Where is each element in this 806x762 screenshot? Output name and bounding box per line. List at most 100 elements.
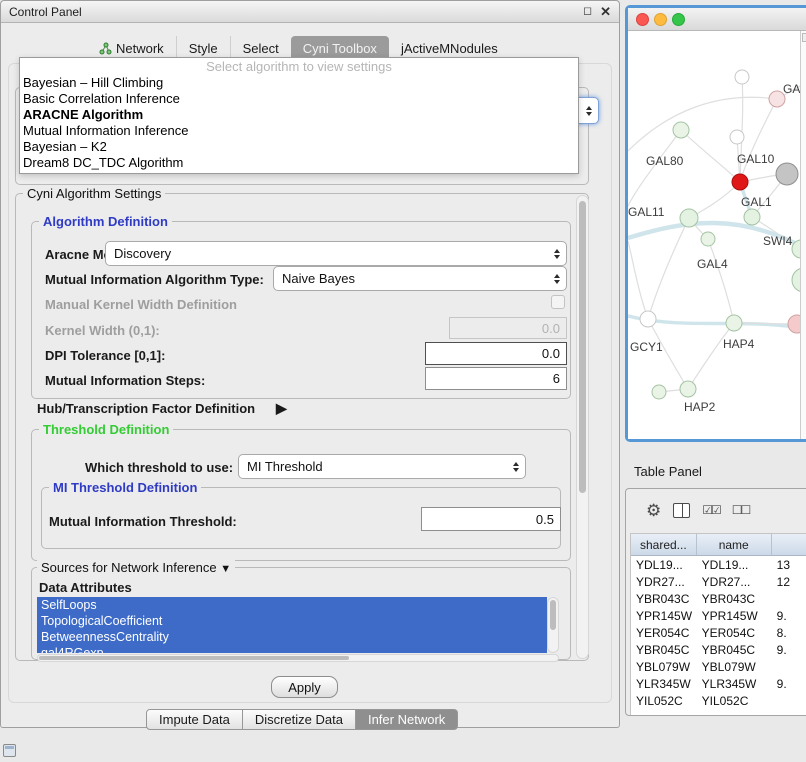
float-window-icon[interactable]: ◻ — [583, 6, 592, 17]
network-node[interactable] — [730, 130, 744, 144]
scrollbar-button[interactable] — [802, 33, 806, 42]
aracne-mode-combo[interactable]: Discovery — [105, 241, 567, 266]
docked-panel-icon[interactable] — [3, 744, 16, 757]
network-node[interactable] — [776, 163, 798, 185]
network-node[interactable] — [680, 209, 698, 227]
table-row[interactable]: YER054C YER054C 8. — [631, 624, 806, 641]
node-label[interactable]: HAP4 — [723, 337, 754, 351]
sources-group-title[interactable]: Sources for Network Inference ▼ — [37, 560, 235, 575]
tab-label: Cyni Toolbox — [303, 41, 377, 56]
dpi-tolerance-label: DPI Tolerance [0,1]: — [45, 348, 165, 363]
list-item[interactable]: gal4RGexp — [37, 645, 547, 653]
scrollbar-thumb[interactable] — [39, 656, 349, 660]
network-node[interactable] — [726, 315, 742, 331]
network-node[interactable] — [735, 70, 749, 84]
mi-threshold-value: 0.5 — [536, 512, 554, 527]
control-panel-titlebar[interactable]: Control Panel ◻ ✕ — [1, 1, 619, 23]
tab-discretize-data[interactable]: Discretize Data — [243, 709, 356, 730]
expand-down-icon: ▼ — [220, 563, 231, 575]
columns-icon[interactable] — [673, 503, 690, 518]
mac-zoom-icon[interactable] — [672, 13, 685, 26]
settings-vertical-scrollbar[interactable] — [576, 195, 589, 659]
select-all-checkboxes-icon[interactable]: ☑☑ — [702, 503, 720, 517]
node-label[interactable]: GAL1 — [741, 195, 772, 209]
expand-right-icon[interactable]: ▶ — [276, 400, 287, 417]
dpi-tolerance-field[interactable]: 0.0 — [425, 342, 567, 365]
column-header[interactable]: shared... — [631, 534, 697, 555]
network-canvas[interactable]: GAL2 GAL80 GAL10 GAL1 GAL11 SWI4 GAL4 GC… — [628, 31, 806, 439]
node-label[interactable]: GAL10 — [737, 152, 774, 166]
tab-infer-network[interactable]: Infer Network — [356, 709, 458, 730]
table-row[interactable]: YBL079W YBL079W — [631, 658, 806, 675]
scrollbar-thumb[interactable] — [579, 201, 586, 493]
manual-kernel-checkbox[interactable] — [551, 295, 565, 309]
table-row[interactable]: YIL052C YIL052C — [631, 692, 806, 709]
sources-title-text: Sources for Network Inference — [41, 560, 217, 575]
table-row[interactable]: YLR345W YLR345W 9. — [631, 675, 806, 692]
network-vertical-scrollbar[interactable] — [800, 31, 806, 439]
table-cell: YDL19... — [631, 556, 697, 573]
close-icon[interactable]: ✕ — [600, 5, 611, 18]
network-node[interactable] — [680, 381, 696, 397]
tab-impute-data[interactable]: Impute Data — [146, 709, 243, 730]
table-cell: 9. — [772, 675, 806, 692]
dropdown-item[interactable]: Mutual Information Inference — [20, 123, 578, 139]
gear-icon[interactable]: ⚙ — [646, 502, 661, 519]
kernel-width-field[interactable]: 0.0 — [449, 317, 567, 339]
network-view-window[interactable]: GAL2 GAL80 GAL10 GAL1 GAL11 SWI4 GAL4 GC… — [625, 5, 806, 442]
network-node-highlighted[interactable] — [732, 174, 748, 190]
table-row[interactable]: YDL19... YDL19... 13 — [631, 556, 806, 573]
list-horizontal-scrollbar[interactable] — [37, 654, 559, 662]
which-threshold-combo[interactable]: MI Threshold — [238, 454, 526, 479]
table-row[interactable]: YBR043C YBR043C — [631, 590, 806, 607]
network-node[interactable] — [652, 385, 666, 399]
list-item[interactable]: BetweennessCentrality — [37, 629, 547, 645]
node-label[interactable]: GAL11 — [628, 205, 664, 219]
mac-close-icon[interactable] — [636, 13, 649, 26]
network-node[interactable] — [701, 232, 715, 246]
network-node[interactable] — [673, 122, 689, 138]
tab-label: Network — [116, 41, 164, 56]
column-header[interactable]: name — [697, 534, 772, 555]
list-item[interactable]: SelfLoops — [37, 597, 547, 613]
mi-type-combo[interactable]: Naive Bayes — [273, 266, 567, 291]
deselect-all-checkboxes-icon[interactable]: ☐☐ — [732, 503, 750, 517]
table-cell: YDR27... — [697, 573, 772, 590]
mi-type-value: Naive Bayes — [282, 271, 355, 286]
table-row[interactable]: YBR045C YBR045C 9. — [631, 641, 806, 658]
data-attributes-list[interactable]: SelfLoops TopologicalCoefficient Between… — [37, 597, 547, 653]
dropdown-item[interactable]: Bayesian – Hill Climbing — [20, 75, 578, 91]
node-label[interactable]: HAP2 — [684, 400, 715, 414]
table-cell: 13 — [772, 556, 806, 573]
table-row[interactable]: YDR27... YDR27... 12 — [631, 573, 806, 590]
column-header[interactable] — [772, 534, 806, 555]
node-table: shared... name YDL19... YDL19... 13 YDR2… — [630, 533, 806, 715]
apply-button[interactable]: Apply — [271, 676, 338, 698]
hub-section-label[interactable]: Hub/Transcription Factor Definition — [37, 401, 255, 416]
scrollbar-thumb[interactable] — [550, 600, 556, 630]
table-cell: YDL19... — [697, 556, 772, 573]
node-label[interactable]: GCY1 — [630, 340, 663, 354]
mi-steps-field[interactable]: 6 — [425, 367, 567, 390]
dropdown-item[interactable]: Basic Correlation Inference — [20, 91, 578, 107]
list-item[interactable]: TopologicalCoefficient — [37, 613, 547, 629]
mi-threshold-field[interactable]: 0.5 — [421, 507, 561, 531]
mi-threshold-label: Mutual Information Threshold: — [49, 514, 237, 529]
node-label[interactable]: GAL80 — [646, 154, 683, 168]
node-label[interactable]: SWI4 — [763, 234, 792, 248]
dropdown-item[interactable]: Dream8 DC_TDC Algorithm — [20, 155, 578, 171]
network-node[interactable] — [640, 311, 656, 327]
node-label[interactable]: GAL4 — [697, 257, 728, 271]
table-row[interactable]: YPR145W YPR145W 9. — [631, 607, 806, 624]
network-node[interactable] — [744, 209, 760, 225]
table-cell: 8. — [772, 624, 806, 641]
dropdown-item[interactable]: Bayesian – K2 — [20, 139, 578, 155]
mi-steps-value: 6 — [553, 371, 560, 386]
table-panel-toolbar: ⚙ ☑☑ ☐☐ — [626, 489, 806, 531]
mi-steps-label: Mutual Information Steps: — [45, 373, 205, 388]
network-window-titlebar[interactable] — [628, 8, 806, 31]
list-vertical-scrollbar[interactable] — [547, 597, 559, 653]
table-cell: YPR145W — [697, 607, 772, 624]
dropdown-item-selected[interactable]: ARACNE Algorithm — [20, 107, 578, 123]
mac-minimize-icon[interactable] — [654, 13, 667, 26]
